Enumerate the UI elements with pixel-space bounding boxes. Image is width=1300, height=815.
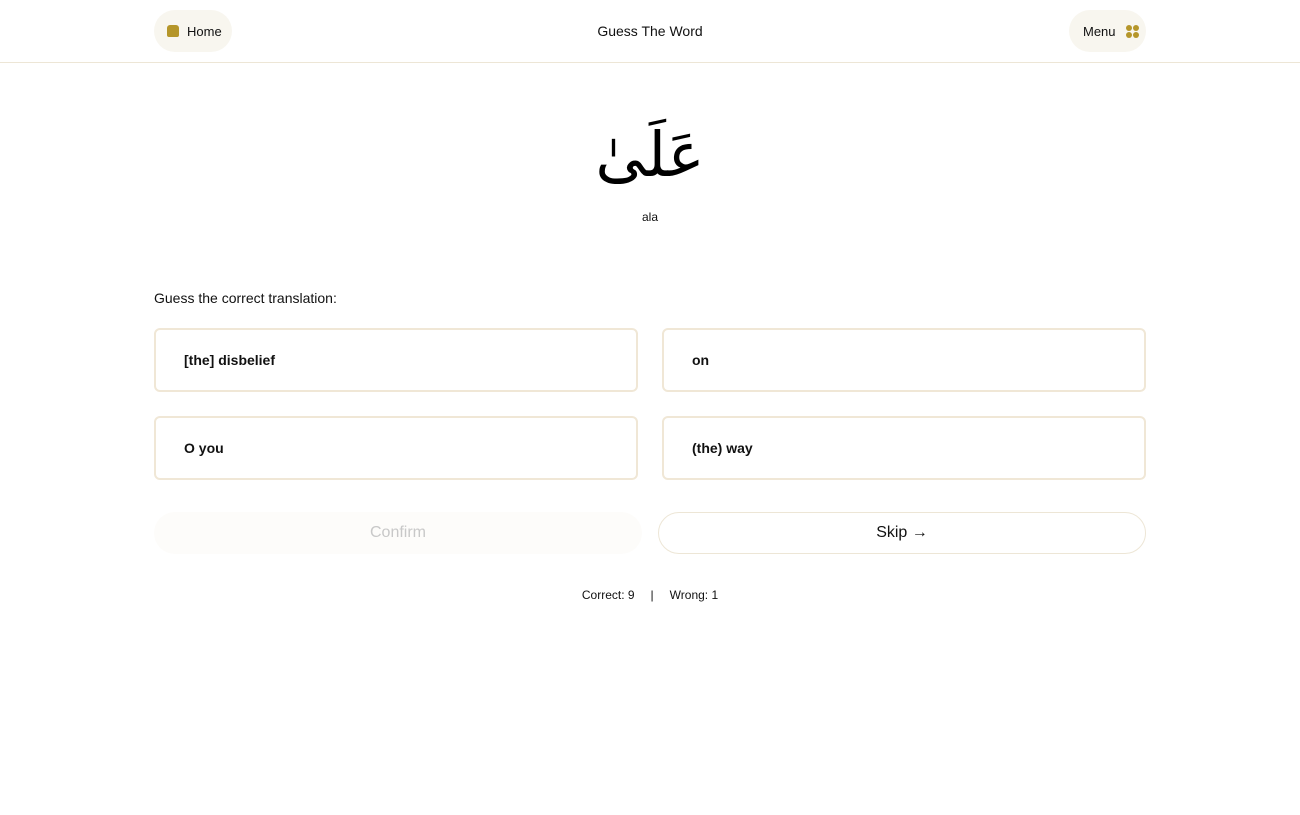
question-prompt: Guess the correct translation: xyxy=(154,290,337,306)
transliteration: ala xyxy=(641,210,658,224)
menu-button[interactable]: Menu xyxy=(1069,10,1146,52)
top-bar: Home Guess The Word Menu xyxy=(0,0,1300,63)
correct-count: Correct: 9 xyxy=(581,588,635,602)
answer-option[interactable]: (the) way xyxy=(662,416,1146,480)
answer-option[interactable]: [the] disbelief xyxy=(154,328,638,392)
skip-button[interactable]: Skip → xyxy=(658,512,1146,554)
arabic-word: عَلَىٰ xyxy=(595,118,705,191)
grid-icon xyxy=(1125,24,1139,38)
answer-option[interactable]: O you xyxy=(154,416,638,480)
score-separator: | xyxy=(650,588,654,602)
confirm-button[interactable]: Confirm xyxy=(154,512,642,554)
wrong-count: Wrong: 1 xyxy=(669,588,719,602)
menu-label: Menu xyxy=(1083,23,1116,39)
answer-option[interactable]: on xyxy=(662,328,1146,392)
score-summary: Correct: 9 | Wrong: 1 xyxy=(0,588,1300,602)
